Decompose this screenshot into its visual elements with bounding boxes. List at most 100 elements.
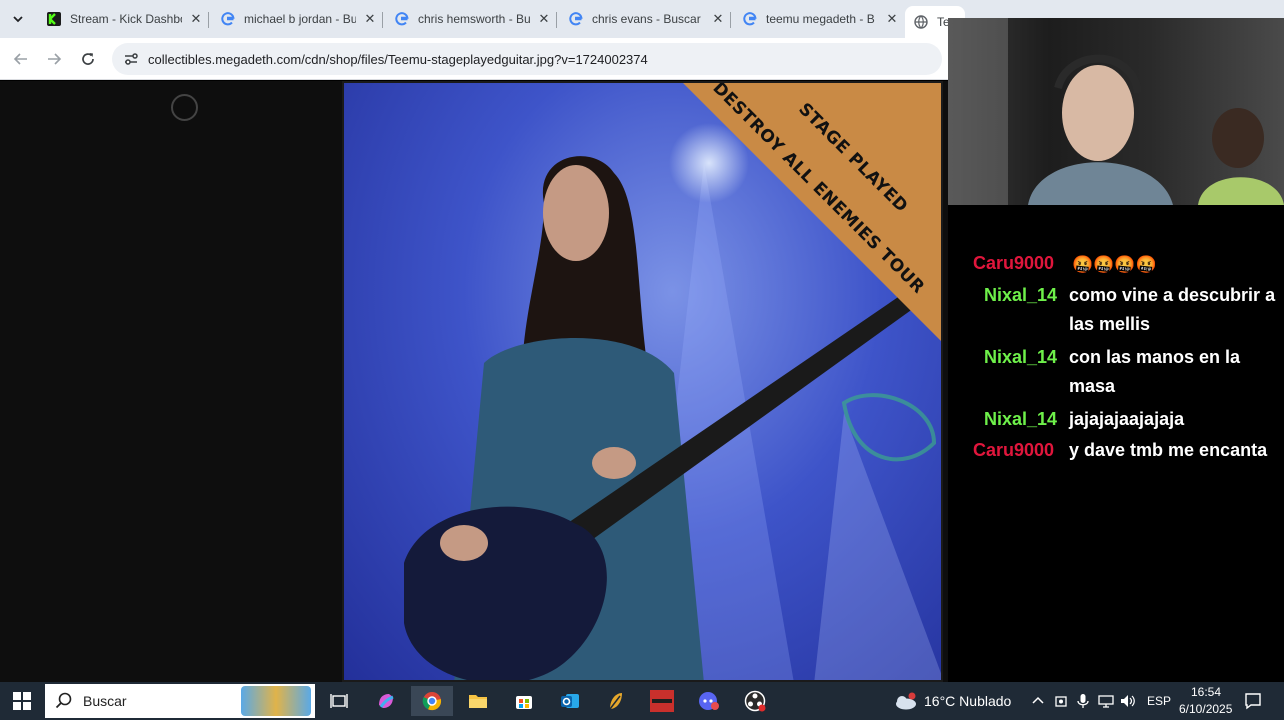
tab-divider (730, 12, 731, 28)
chat-message: Caru9000 🤬🤬🤬🤬 (948, 253, 1284, 283)
app-button[interactable] (601, 686, 631, 716)
arrow-left-icon (13, 53, 27, 65)
start-button[interactable] (7, 686, 37, 716)
outlook-icon (561, 694, 579, 708)
chat-text: con las manos en la masa (1069, 347, 1241, 396)
voicemeeter-icon (650, 690, 674, 712)
chat-message: Nixal_14 como vine a descubrir a las mel… (948, 283, 1284, 345)
globe-icon (913, 14, 929, 30)
chat-message: Nixal_14 jajajajaajajaja (948, 407, 1284, 437)
store-button[interactable] (509, 686, 539, 716)
google-icon (568, 11, 584, 27)
close-icon[interactable]: ✕ (884, 11, 900, 27)
chrome-icon (422, 692, 442, 711)
microphone-icon (1077, 694, 1089, 708)
cloud-icon (896, 692, 916, 710)
chat-username: Nixal_14 (984, 409, 1058, 429)
chat-message: Caru9000 y dave tmb me encanta (948, 438, 1284, 468)
close-icon[interactable]: ✕ (362, 11, 378, 27)
search-label: Buscar (83, 693, 127, 709)
webcam-overlay (948, 18, 1284, 205)
discord-icon (699, 692, 719, 710)
discord-button[interactable] (694, 686, 724, 716)
guitarist-photo[interactable]: STAGE PLAYED DESTROY ALL ENEMIES TOUR (342, 81, 943, 682)
close-icon[interactable]: ✕ (710, 11, 726, 27)
tab-title: teemu megadeth - B (766, 12, 875, 26)
google-icon (394, 11, 410, 27)
obs-button[interactable] (740, 686, 770, 716)
tab-teemu-megadeth[interactable]: teemu megadeth - B ✕ (734, 6, 908, 32)
tab-chris-evans[interactable]: chris evans - Buscar c ✕ (560, 6, 734, 32)
file-explorer-button[interactable] (463, 686, 493, 716)
chat-username: Caru9000 (973, 440, 1055, 460)
notification-icon (1245, 693, 1261, 710)
weather-button[interactable] (890, 686, 920, 716)
angry-emote-icon: 🤬🤬🤬🤬 (1072, 255, 1157, 275)
tab-search-button[interactable] (6, 8, 30, 30)
folder-icon (469, 695, 487, 708)
tab-title: chris hemsworth - Bu (418, 12, 530, 26)
chat-message: Nixal_14 con las manos en la masa (948, 345, 1284, 407)
network-icon (1098, 695, 1114, 708)
close-icon[interactable]: ✕ (536, 11, 552, 27)
loading-spinner-icon (171, 94, 198, 121)
webcam-illustration (948, 18, 1284, 205)
store-icon (516, 696, 532, 709)
windows-logo-icon (13, 692, 31, 710)
camera-icon (1055, 696, 1067, 707)
page-viewport: STAGE PLAYED DESTROY ALL ENEMIES TOUR (0, 81, 948, 682)
task-view-button[interactable] (324, 686, 354, 716)
taskbar-search[interactable]: Buscar (45, 684, 315, 718)
address-bar[interactable]: collectibles.megadeth.com/cdn/shop/files… (112, 43, 942, 75)
app-leaf-icon (609, 693, 622, 710)
reload-button[interactable] (76, 47, 100, 71)
tab-title: michael b jordan - Bu (244, 12, 356, 26)
taskbar: Buscar 16°C Nublado ESP 16:54 6/10/2025 (0, 682, 1284, 720)
chat-text: como vine a descubrir a las mellis (1069, 285, 1276, 334)
tab-title: chris evans - Buscar c (592, 12, 704, 26)
tab-michael-b-jordan[interactable]: michael b jordan - Bu ✕ (212, 6, 386, 32)
notifications-button[interactable] (1238, 686, 1268, 716)
chevron-down-icon (13, 16, 23, 23)
tab-chris-hemsworth[interactable]: chris hemsworth - Bu ✕ (386, 6, 560, 32)
back-button[interactable] (9, 47, 33, 71)
chat-text: jajajajaajajaja (1069, 409, 1185, 429)
tab-divider (382, 12, 383, 28)
chat-username: Nixal_14 (984, 347, 1058, 367)
tab-title: Stream - Kick Dashbo (70, 12, 182, 26)
google-icon (220, 11, 236, 27)
arrow-right-icon (48, 53, 62, 65)
chevron-up-icon (1032, 696, 1044, 704)
search-highlight-icon (241, 686, 311, 716)
kick-icon (46, 11, 62, 27)
clock-time[interactable]: 16:54 (1191, 685, 1221, 699)
clock-date[interactable]: 6/10/2025 (1179, 702, 1232, 716)
site-settings-icon[interactable] (122, 50, 140, 68)
chat-username: Nixal_14 (984, 285, 1058, 305)
chat-username: Caru9000 (973, 253, 1055, 273)
weather-text[interactable]: 16°C Nublado (924, 693, 1011, 709)
speaker-icon (1121, 695, 1135, 707)
reload-icon (82, 53, 94, 65)
volume-button[interactable] (1113, 686, 1143, 716)
tour-banner: STAGE PLAYED DESTROY ALL ENEMIES TOUR (682, 83, 941, 342)
outlook-button[interactable] (555, 686, 585, 716)
forward-button[interactable] (42, 47, 66, 71)
screen: Stream - Kick Dashbo ✕ michael b jordan … (0, 0, 1284, 720)
url-text: collectibles.megadeth.com/cdn/shop/files… (148, 51, 648, 67)
tab-divider (208, 12, 209, 28)
tab-divider (556, 12, 557, 28)
copilot-button[interactable] (371, 686, 401, 716)
close-icon[interactable]: ✕ (188, 11, 204, 27)
google-icon (742, 11, 758, 27)
language-indicator[interactable]: ESP (1147, 694, 1171, 708)
copilot-icon (379, 694, 394, 708)
task-view-icon (330, 694, 348, 708)
chat-text: y dave tmb me encanta (1069, 440, 1268, 460)
search-icon (55, 692, 72, 709)
tab-kick-dashboard[interactable]: Stream - Kick Dashbo ✕ (38, 6, 212, 32)
voicemeeter-button[interactable] (647, 686, 677, 716)
chrome-taskbar-button[interactable] (411, 686, 453, 716)
chat-panel: Caru9000 🤬🤬🤬🤬 Nixal_14 como vine a descu… (948, 205, 1284, 682)
obs-icon (744, 690, 766, 712)
